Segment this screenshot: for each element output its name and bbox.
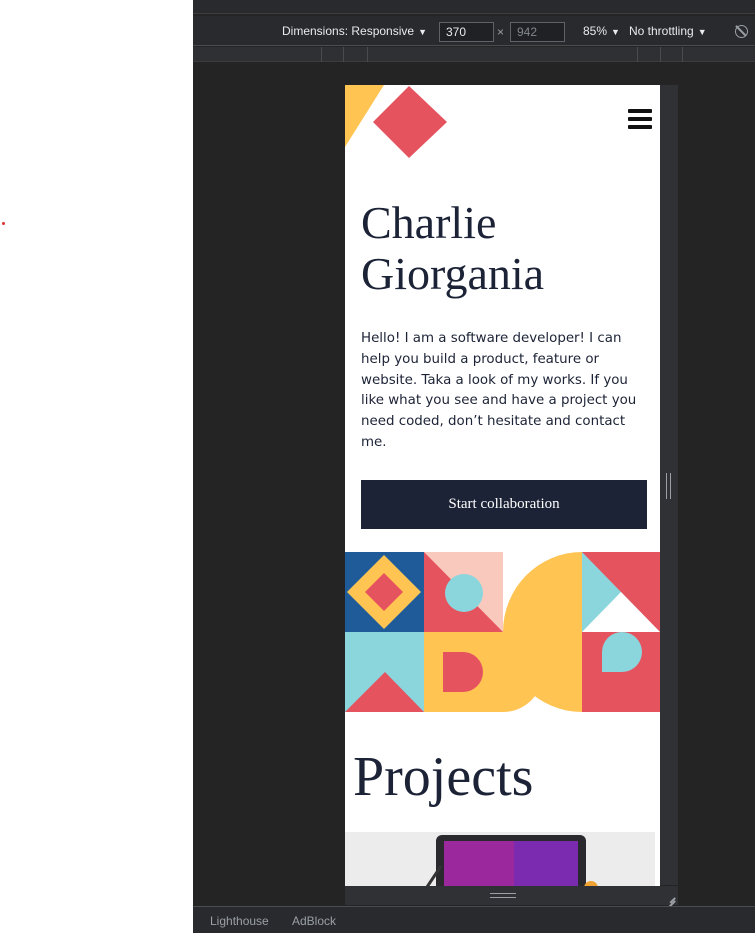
- stray-dot: [2, 222, 5, 225]
- grip-icon: [666, 473, 671, 499]
- drawer-tabbar: Lighthouse AdBlock: [193, 906, 755, 933]
- geometric-logo[interactable]: [345, 85, 450, 160]
- ruler-segment[interactable]: [321, 47, 322, 62]
- dimensions-dropdown[interactable]: Dimensions: Responsive ▼: [282, 24, 427, 38]
- laptop-image: [345, 832, 655, 886]
- projects-heading: Projects: [353, 746, 534, 808]
- tab-lighthouse[interactable]: Lighthouse: [210, 914, 269, 928]
- dimensions-label: Dimensions: Responsive: [282, 24, 415, 38]
- resize-corner-icon[interactable]: [663, 889, 675, 901]
- tab-adblock[interactable]: AdBlock: [292, 914, 336, 928]
- ruler-segment[interactable]: [682, 47, 683, 62]
- media-query-bar[interactable]: [193, 47, 755, 62]
- hamburger-menu-icon[interactable]: [628, 109, 652, 129]
- hero-title: Charlie Giorgania: [361, 197, 651, 299]
- zoom-label: 85%: [583, 24, 608, 38]
- ruler-segment[interactable]: [660, 47, 661, 62]
- rotate-icon[interactable]: [735, 25, 748, 38]
- caret-down-icon: ▼: [418, 27, 427, 37]
- ruler-segment[interactable]: [637, 47, 638, 62]
- height-input[interactable]: 942: [510, 22, 565, 42]
- resize-handle-bottom[interactable]: [345, 886, 678, 905]
- devtools-top-strip: [193, 0, 755, 14]
- ruler-segment[interactable]: [343, 47, 344, 62]
- page-blank-area: [0, 0, 193, 933]
- hero-title-line: Giorgania: [361, 248, 545, 299]
- times-symbol: ×: [497, 25, 505, 39]
- grip-icon: [490, 893, 516, 898]
- start-collaboration-button[interactable]: Start collaboration: [361, 480, 647, 529]
- throttling-dropdown[interactable]: No throttling ▼: [629, 24, 707, 38]
- caret-down-icon: ▼: [697, 27, 707, 37]
- zoom-dropdown[interactable]: 85% ▼: [583, 24, 620, 38]
- project-thumbnail[interactable]: [345, 832, 655, 886]
- width-input[interactable]: 370: [439, 22, 494, 42]
- hero-intro: Hello! I am a software developer! I can …: [361, 331, 637, 450]
- throttling-label: No throttling: [629, 24, 694, 38]
- hero-title-line: Charlie: [361, 197, 497, 248]
- ruler-segment[interactable]: [367, 47, 368, 62]
- mobile-viewport: Charlie Giorgania Hello! I am a software…: [345, 85, 660, 886]
- decorative-pattern: [345, 552, 660, 712]
- device-toolbar: Dimensions: Responsive ▼ 370 × 942 85% ▼ N…: [193, 16, 755, 46]
- resize-handle-right[interactable]: [659, 85, 678, 885]
- caret-down-icon: ▼: [611, 27, 620, 37]
